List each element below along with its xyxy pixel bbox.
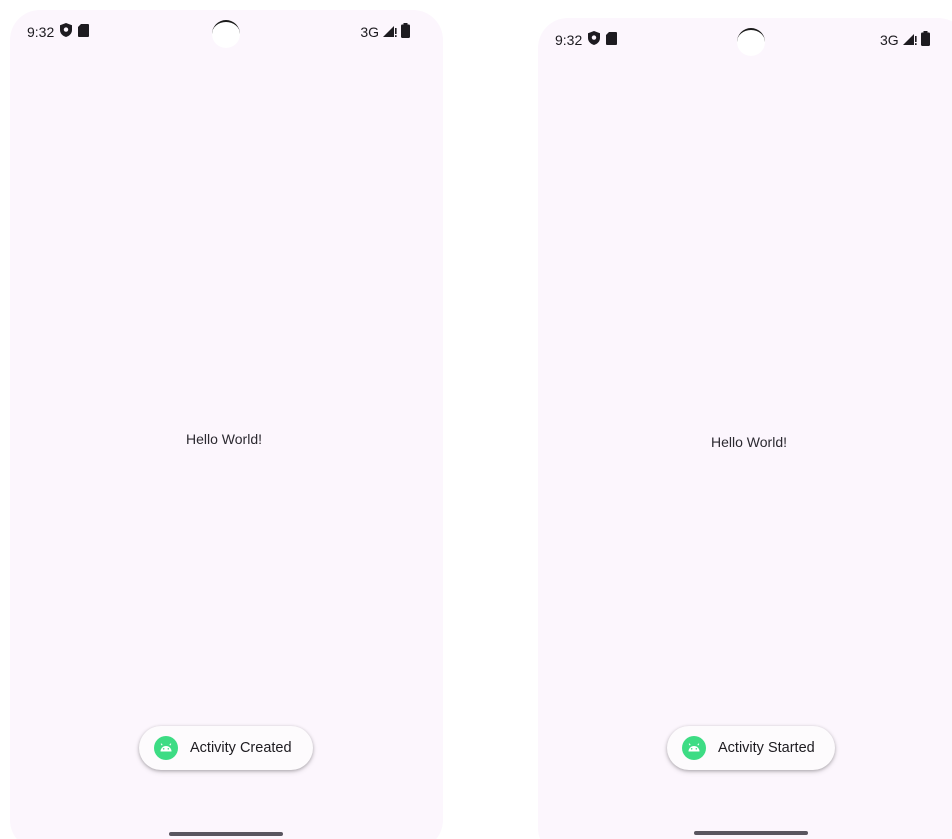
- android-icon: [154, 736, 178, 760]
- shield-icon: [60, 23, 73, 40]
- toast-message: Activity Created: [139, 726, 313, 770]
- hello-text: Hello World!: [186, 431, 262, 447]
- signal-icon: [383, 24, 397, 40]
- status-left-group: 9:32: [27, 23, 90, 40]
- toast-label: Activity Started: [718, 740, 815, 756]
- camera-cutout: [212, 20, 240, 48]
- android-icon: [682, 736, 706, 760]
- gesture-nav-bar[interactable]: [169, 832, 283, 836]
- battery-icon: [920, 31, 930, 49]
- status-time: 9:32: [27, 23, 55, 40]
- shield-icon: [588, 31, 601, 48]
- sd-card-icon: [78, 23, 90, 40]
- status-right-group: 3G: [880, 31, 930, 49]
- status-right-group: 3G: [360, 23, 410, 41]
- toast-message: Activity Started: [667, 726, 835, 770]
- network-type: 3G: [880, 32, 899, 48]
- network-type: 3G: [360, 24, 379, 40]
- sd-card-icon: [606, 31, 618, 48]
- phone-screen-created: 9:32 3G Hello World! Activity Created: [10, 10, 443, 839]
- comparison-stage: 9:32 3G Hello World! Activity Created 9:…: [0, 0, 952, 839]
- status-time: 9:32: [555, 31, 583, 48]
- battery-icon: [401, 23, 410, 41]
- phone-screen-started: 9:32 3G Hello World! Activity Started: [538, 18, 952, 839]
- camera-cutout: [737, 28, 765, 56]
- signal-icon: [902, 32, 917, 48]
- toast-label: Activity Created: [190, 740, 292, 756]
- status-left-group: 9:32: [555, 31, 618, 48]
- gesture-nav-bar[interactable]: [694, 831, 808, 835]
- hello-text: Hello World!: [711, 434, 787, 450]
